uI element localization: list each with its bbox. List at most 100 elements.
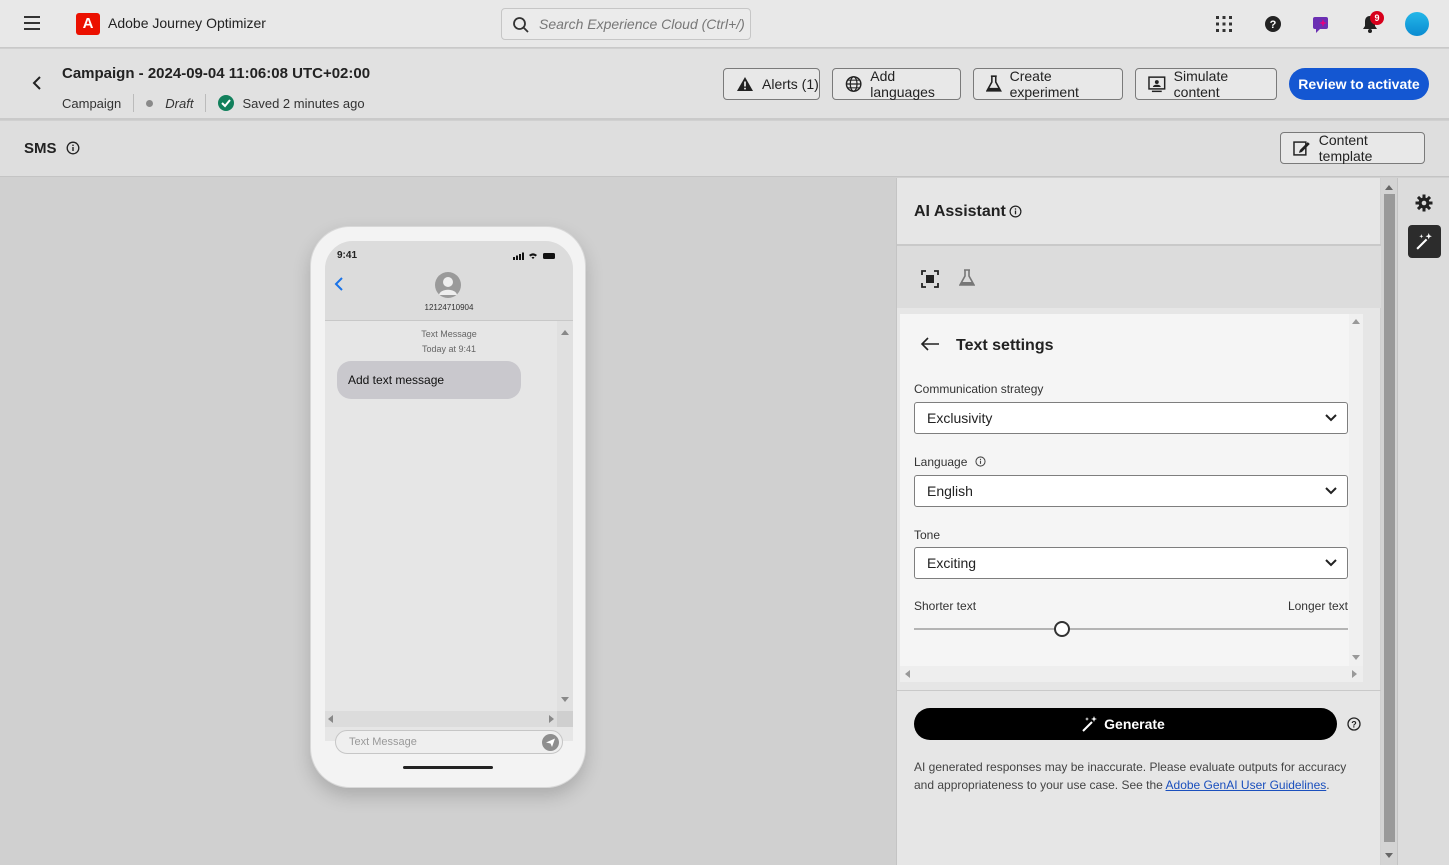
- alert-icon: [737, 77, 753, 91]
- message-header: 9:41 12124710904: [325, 241, 573, 321]
- tone-select[interactable]: Exciting: [914, 547, 1348, 579]
- info-icon[interactable]: [975, 456, 986, 467]
- top-shell-bar: A Adobe Journey Optimizer Search Experie…: [0, 0, 1449, 48]
- status-badge: Draft: [165, 95, 194, 111]
- checkmark-icon: [218, 95, 235, 111]
- message-input[interactable]: Text Message: [335, 730, 563, 754]
- panel-title: AI Assistant: [914, 203, 1006, 220]
- genai-guidelines-link[interactable]: Adobe GenAI User Guidelines: [1166, 778, 1327, 792]
- saved-status: Saved 2 minutes ago: [242, 95, 365, 111]
- language-label: Language: [914, 455, 968, 469]
- svg-text:?: ?: [1270, 19, 1277, 31]
- channel-bar: SMS Content template: [0, 121, 1449, 177]
- length-slider-thumb[interactable]: [1053, 621, 1070, 637]
- preview-canvas: 9:41 12124710904 Text Message Today at 9…: [0, 178, 895, 865]
- campaign-type: Campaign: [62, 95, 122, 111]
- help-icon[interactable]: ?: [1264, 15, 1282, 33]
- simulate-content-button[interactable]: Simulate content: [1135, 68, 1277, 100]
- back-icon[interactable]: [30, 75, 44, 91]
- ai-assistant-panel: AI Assistant Text settings Communication…: [896, 178, 1397, 865]
- chevron-down-icon: [1325, 487, 1337, 495]
- settings-hscrollbar[interactable]: [900, 666, 1363, 682]
- settings-title: Text settings: [956, 337, 1054, 354]
- message-meta-line1: Text Message: [421, 329, 477, 339]
- info-icon[interactable]: [1009, 205, 1022, 218]
- contact-avatar: [435, 272, 461, 298]
- status-dot-icon: [146, 99, 154, 107]
- alerts-button[interactable]: Alerts (1): [723, 68, 820, 100]
- phone-scrollbar[interactable]: [557, 321, 573, 725]
- simulate-content-label: Simulate content: [1173, 68, 1229, 100]
- simulate-icon: [1148, 76, 1166, 93]
- slider-min-label: Shorter text: [914, 599, 977, 613]
- apps-grid-icon[interactable]: [1215, 15, 1233, 33]
- create-experiment-button[interactable]: Create experiment: [973, 68, 1123, 100]
- panel-scrollbar-thumb[interactable]: [1384, 194, 1395, 842]
- phone-preview: 9:41 12124710904 Text Message Today at 9…: [310, 226, 586, 788]
- search-input[interactable]: Search Experience Cloud (Ctrl+/): [501, 8, 751, 40]
- right-rail: [1397, 178, 1449, 865]
- menu-icon[interactable]: [24, 16, 40, 30]
- svg-text:?: ?: [1351, 720, 1357, 730]
- alerts-button-label: Alerts (1): [762, 76, 819, 92]
- tone-value: Exciting: [927, 555, 977, 571]
- add-languages-label: Add languages: [870, 68, 935, 100]
- status-time: 9:41: [337, 250, 358, 261]
- chevron-down-icon: [1325, 414, 1337, 422]
- back-chevron-icon[interactable]: [333, 277, 345, 291]
- help-icon[interactable]: ?: [1347, 717, 1361, 731]
- avatar[interactable]: [1405, 12, 1429, 36]
- fit-screen-icon[interactable]: [921, 270, 939, 288]
- magic-wand-icon: [1416, 233, 1432, 250]
- language-label-row: Language: [914, 455, 986, 469]
- assistant-toolbar: [897, 246, 1381, 308]
- language-value: English: [927, 483, 973, 499]
- flask-icon[interactable]: [959, 269, 975, 287]
- contact-number: 12124710904: [424, 303, 474, 312]
- language-select[interactable]: English: [914, 475, 1348, 507]
- panel-scrollbar[interactable]: [1381, 178, 1397, 865]
- slider-max-label: Longer text: [1287, 599, 1348, 613]
- message-meta: Text Message Today at 9:41: [325, 327, 573, 357]
- content-template-button[interactable]: Content template: [1280, 132, 1425, 164]
- ai-disclaimer: AI generated responses may be inaccurate…: [914, 758, 1354, 794]
- gear-icon[interactable]: [1415, 194, 1433, 212]
- info-icon[interactable]: [66, 141, 80, 155]
- status-icons: [513, 252, 555, 260]
- strategy-select[interactable]: Exclusivity: [914, 402, 1348, 434]
- magic-wand-icon: [1082, 716, 1097, 732]
- tone-label: Tone: [914, 528, 941, 542]
- message-bubble[interactable]: Add text message: [337, 361, 521, 399]
- create-experiment-label: Create experiment: [1009, 68, 1079, 100]
- home-indicator: [403, 766, 493, 769]
- length-slider-track[interactable]: [914, 628, 1348, 630]
- arrow-left-icon[interactable]: [920, 336, 940, 352]
- globe-icon: [845, 76, 862, 92]
- genai-icon[interactable]: [1311, 14, 1331, 34]
- divider: [133, 94, 135, 112]
- phone-hscrollbar[interactable]: [325, 711, 573, 727]
- edit-template-icon: [1293, 141, 1310, 156]
- search-placeholder: Search Experience Cloud (Ctrl+/): [539, 16, 745, 32]
- flask-icon: [986, 75, 1002, 92]
- campaign-title: Campaign - 2024-09-04 11:06:08 UTC+02:00: [62, 65, 371, 82]
- generate-button[interactable]: Generate: [914, 708, 1337, 740]
- message-meta-line2: Today at 9:41: [421, 344, 477, 354]
- campaign-meta: Campaign Draft Saved 2 minutes ago: [62, 94, 365, 112]
- strategy-label: Communication strategy: [914, 382, 1044, 396]
- send-icon[interactable]: [542, 734, 559, 751]
- add-languages-button[interactable]: Add languages: [832, 68, 961, 100]
- text-settings-card: Text settings Communication strategy Exc…: [900, 314, 1363, 666]
- adobe-logo-icon[interactable]: A: [76, 13, 100, 35]
- settings-scrollbar[interactable]: [1349, 314, 1363, 666]
- search-icon: [513, 17, 529, 33]
- strategy-value: Exclusivity: [927, 410, 993, 426]
- app-name[interactable]: Adobe Journey Optimizer: [108, 15, 266, 31]
- divider: [205, 94, 207, 112]
- divider: [897, 690, 1381, 691]
- review-to-activate-button[interactable]: Review to activate: [1289, 68, 1429, 100]
- ai-assistant-toggle[interactable]: [1408, 225, 1441, 258]
- notification-badge: 9: [1370, 11, 1384, 25]
- content-template-label: Content template: [1318, 132, 1373, 164]
- channel-label: SMS: [24, 140, 57, 157]
